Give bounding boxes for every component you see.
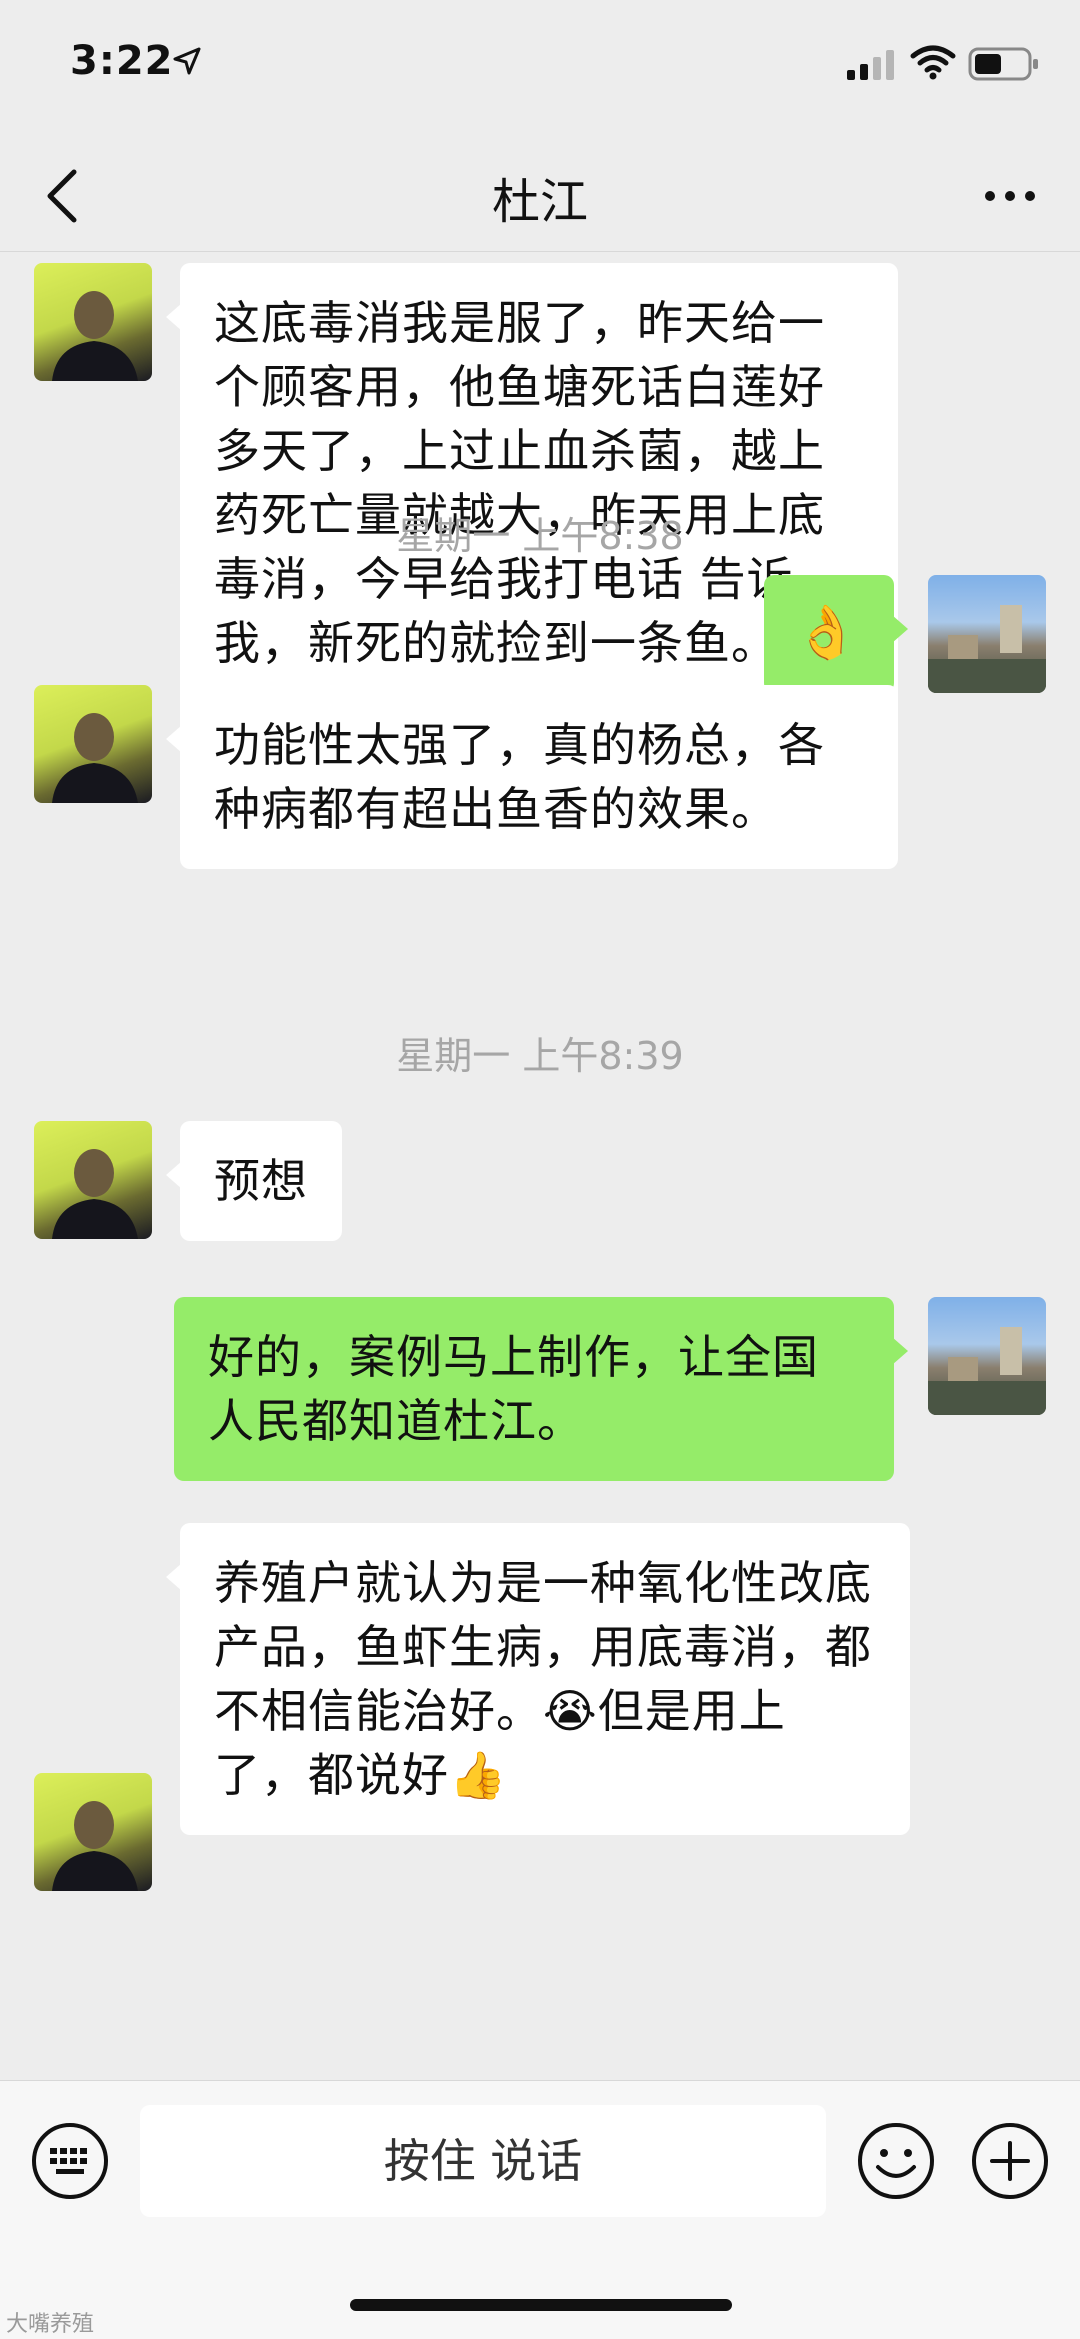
- message-bubble[interactable]: 预想: [166, 1121, 342, 1241]
- wifi-icon: [910, 45, 956, 80]
- battery-icon: [968, 47, 1038, 81]
- contact-avatar[interactable]: [34, 1121, 152, 1239]
- message-bubble[interactable]: 👌: [764, 575, 908, 693]
- cityscape-icon: [928, 1327, 1046, 1415]
- timestamp: 星期一 上午8:39: [396, 1034, 684, 1078]
- thumbs-up-emoji: 👍: [449, 1748, 508, 1802]
- status-time: 3:22: [70, 38, 174, 84]
- hold-to-talk-button[interactable]: 按住 说话: [140, 2105, 826, 2217]
- cityscape-icon: [928, 605, 1046, 693]
- person-icon: [52, 713, 138, 803]
- plus-circle-icon[interactable]: [970, 2121, 1050, 2201]
- message-bubble[interactable]: 好的，案例马上制作，让全国人民都知道杜江。: [174, 1297, 908, 1481]
- input-bar: 按住 说话: [0, 2080, 1080, 2339]
- timestamp: 星期一 上午8:38: [396, 514, 684, 558]
- chat-screen: 3:22 杜江 这底毒消我是服了，昨天给一个顾客用，他鱼塘死话白莲好多天了，上过…: [0, 0, 1080, 2339]
- smiley-icon[interactable]: [856, 2121, 936, 2201]
- message-list[interactable]: 这底毒消我是服了，昨天给一个顾客用，他鱼塘死话白莲好多天了，上过止血杀菌，越上药…: [0, 253, 1080, 2078]
- message-text: 这底毒消我是服了，昨天给一个顾客用，他鱼塘死话白莲好多天了，上过止血杀菌，越上药…: [214, 296, 825, 670]
- crying-laughing-emoji: 😭: [543, 1684, 598, 1738]
- contact-avatar[interactable]: [34, 263, 152, 381]
- contact-avatar[interactable]: [34, 685, 152, 803]
- my-avatar[interactable]: [928, 1297, 1046, 1415]
- location-arrow-icon: [173, 47, 201, 75]
- message-bubble[interactable]: 养殖户就认为是一种氧化性改底产品，鱼虾生病，用底毒消，都不相信能治好。😭但是用上…: [166, 1523, 910, 1835]
- message-bubble[interactable]: 功能性太强了，真的杨总，各种病都有超出鱼香的效果。: [166, 685, 898, 869]
- person-icon: [52, 1801, 138, 1891]
- message-text: 功能性太强了，真的杨总，各种病都有超出鱼香的效果。: [214, 718, 825, 836]
- chat-title: 杜江: [491, 174, 588, 230]
- signal-icon: [847, 50, 894, 80]
- message-text: 好的，案例马上制作，让全国人民都知道杜江。: [208, 1330, 819, 1448]
- more-dots-icon[interactable]: [980, 176, 1040, 216]
- contact-avatar[interactable]: [34, 1773, 152, 1891]
- watermark: 大嘴养殖: [6, 2312, 95, 2337]
- home-indicator: [350, 2299, 732, 2311]
- ok-hand-emoji: 👌: [794, 603, 860, 663]
- nav-bar: 杜江: [0, 140, 1080, 252]
- person-icon: [52, 1149, 138, 1239]
- person-icon: [52, 291, 138, 381]
- message-text: 预想: [214, 1154, 308, 1208]
- status-bar: 3:22: [0, 0, 1080, 140]
- my-avatar[interactable]: [928, 575, 1046, 693]
- keyboard-icon[interactable]: [30, 2121, 110, 2201]
